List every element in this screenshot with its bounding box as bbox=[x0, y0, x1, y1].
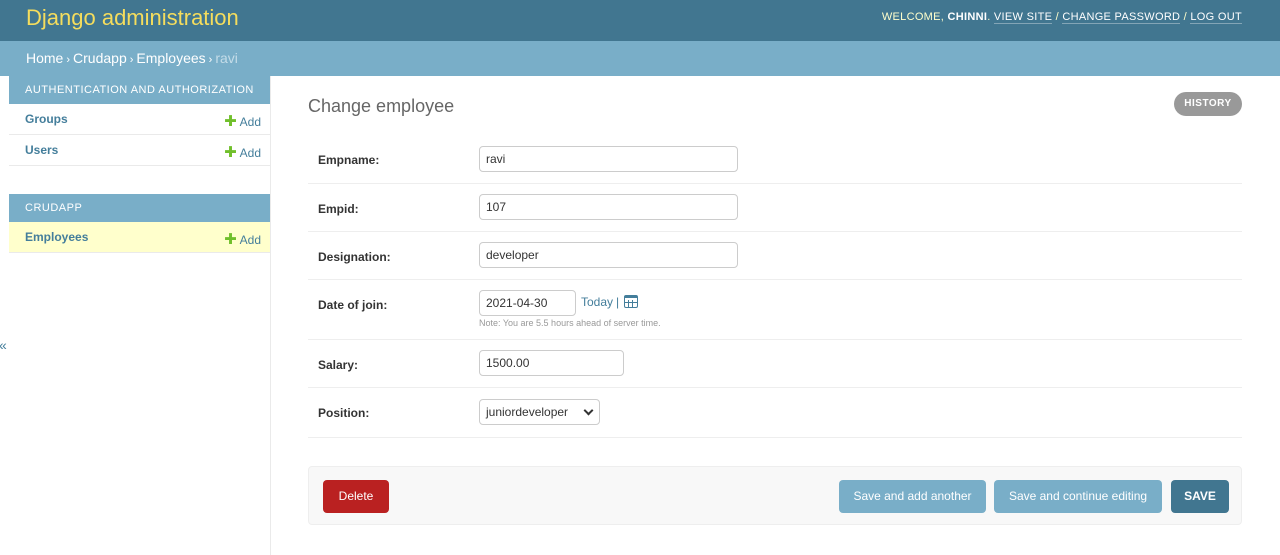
add-label: Add bbox=[239, 233, 261, 247]
page-title: Change employee bbox=[308, 96, 455, 116]
chevron-down-icon bbox=[583, 405, 594, 416]
designation-label: Designation: bbox=[318, 250, 391, 264]
user-tools: WELCOME, CHINNI. VIEW SITE / CHANGE PASS… bbox=[881, 11, 1242, 24]
sidebar-item-label[interactable]: Groups bbox=[25, 112, 68, 126]
empname-label: Empname: bbox=[318, 153, 380, 167]
add-employees-link[interactable]: ✚ Add bbox=[224, 230, 261, 248]
position-selected-value: juniordeveloper bbox=[486, 405, 569, 419]
breadcrumb-model[interactable]: Employees bbox=[136, 50, 205, 66]
user-tools-separator: / bbox=[1183, 11, 1188, 23]
today-link[interactable]: Today bbox=[581, 295, 613, 309]
salary-field[interactable]: 1500.00 bbox=[479, 350, 624, 376]
save-button[interactable]: SAVE bbox=[1171, 480, 1229, 513]
designation-field[interactable]: developer bbox=[479, 242, 738, 268]
save-and-continue-button[interactable]: Save and continue editing bbox=[994, 480, 1162, 513]
form-row-empid: Empid: 107 bbox=[308, 184, 1242, 232]
empid-field[interactable]: 107 bbox=[479, 194, 738, 220]
sidebar-item-users: Users ✚ Add bbox=[9, 135, 270, 166]
user-tools-separator: / bbox=[1055, 11, 1059, 23]
timezone-note: Note: You are 5.5 hours ahead of server … bbox=[479, 318, 661, 328]
breadcrumb-separator: › bbox=[66, 54, 71, 66]
save-and-add-another-button[interactable]: Save and add another bbox=[839, 480, 986, 513]
add-groups-link[interactable]: ✚ Add bbox=[224, 112, 261, 130]
breadcrumb: Home › Crudapp › Employees › ravi bbox=[0, 41, 1280, 76]
sidebar-item-label[interactable]: Users bbox=[25, 143, 58, 157]
add-users-link[interactable]: ✚ Add bbox=[224, 143, 261, 161]
nav-sidebar: AUTHENTICATION AND AUTHORIZATION Groups … bbox=[9, 76, 271, 555]
date-of-join-label: Date of join: bbox=[318, 298, 388, 312]
empid-label: Empid: bbox=[318, 202, 359, 216]
position-label: Position: bbox=[318, 406, 370, 420]
module-spacer bbox=[9, 166, 270, 194]
breadcrumb-separator: › bbox=[208, 54, 213, 66]
form-row-empname: Empname: ravi bbox=[308, 134, 1242, 184]
plus-icon: ✚ bbox=[224, 231, 237, 248]
salary-label: Salary: bbox=[318, 358, 359, 372]
breadcrumb-app[interactable]: Crudapp bbox=[73, 50, 127, 66]
position-select[interactable]: juniordeveloper bbox=[479, 399, 600, 425]
date-of-join-field[interactable]: 2021-04-30 bbox=[479, 290, 576, 316]
form-row-salary: Salary: 1500.00 bbox=[308, 340, 1242, 388]
plus-icon: ✚ bbox=[224, 113, 237, 130]
history-button[interactable]: HISTORY bbox=[1174, 92, 1242, 116]
add-label: Add bbox=[239, 146, 261, 160]
form-row-position: Position: juniordeveloper bbox=[308, 388, 1242, 438]
sidebar-item-employees: Employees ✚ Add bbox=[9, 222, 270, 253]
view-site-link[interactable]: VIEW SITE bbox=[993, 11, 1053, 24]
form-row-date-of-join: Date of join: 2021-04-30 Today | Note: Y… bbox=[308, 280, 1242, 340]
breadcrumb-current: ravi bbox=[215, 50, 238, 66]
breadcrumb-home[interactable]: Home bbox=[26, 50, 63, 66]
site-branding[interactable]: Django administration bbox=[26, 5, 239, 31]
breadcrumb-separator: › bbox=[129, 54, 134, 66]
sidebar-item-groups: Groups ✚ Add bbox=[9, 104, 270, 135]
add-label: Add bbox=[239, 115, 261, 129]
header-bar: Django administration WELCOME, CHINNI. V… bbox=[0, 0, 1280, 41]
welcome-text: WELCOME, bbox=[881, 11, 945, 23]
module-caption-crudapp[interactable]: CRUDAPP bbox=[9, 194, 270, 222]
toggle-sidebar-button[interactable]: « bbox=[0, 337, 7, 353]
calendar-icon[interactable] bbox=[624, 295, 638, 308]
change-password-link[interactable]: CHANGE PASSWORD bbox=[1062, 11, 1181, 24]
plus-icon: ✚ bbox=[224, 144, 237, 161]
empname-field[interactable]: ravi bbox=[479, 146, 738, 172]
module-caption-auth[interactable]: AUTHENTICATION AND AUTHORIZATION bbox=[9, 76, 270, 104]
form-row-designation: Designation: developer bbox=[308, 232, 1242, 280]
shortcut-separator: | bbox=[616, 295, 620, 309]
username: CHINNI bbox=[947, 11, 988, 23]
log-out-link[interactable]: LOG OUT bbox=[1190, 11, 1242, 24]
sidebar-item-label[interactable]: Employees bbox=[25, 230, 88, 244]
submit-row: Delete Save and add another Save and con… bbox=[308, 466, 1242, 525]
delete-button[interactable]: Delete bbox=[323, 480, 389, 513]
